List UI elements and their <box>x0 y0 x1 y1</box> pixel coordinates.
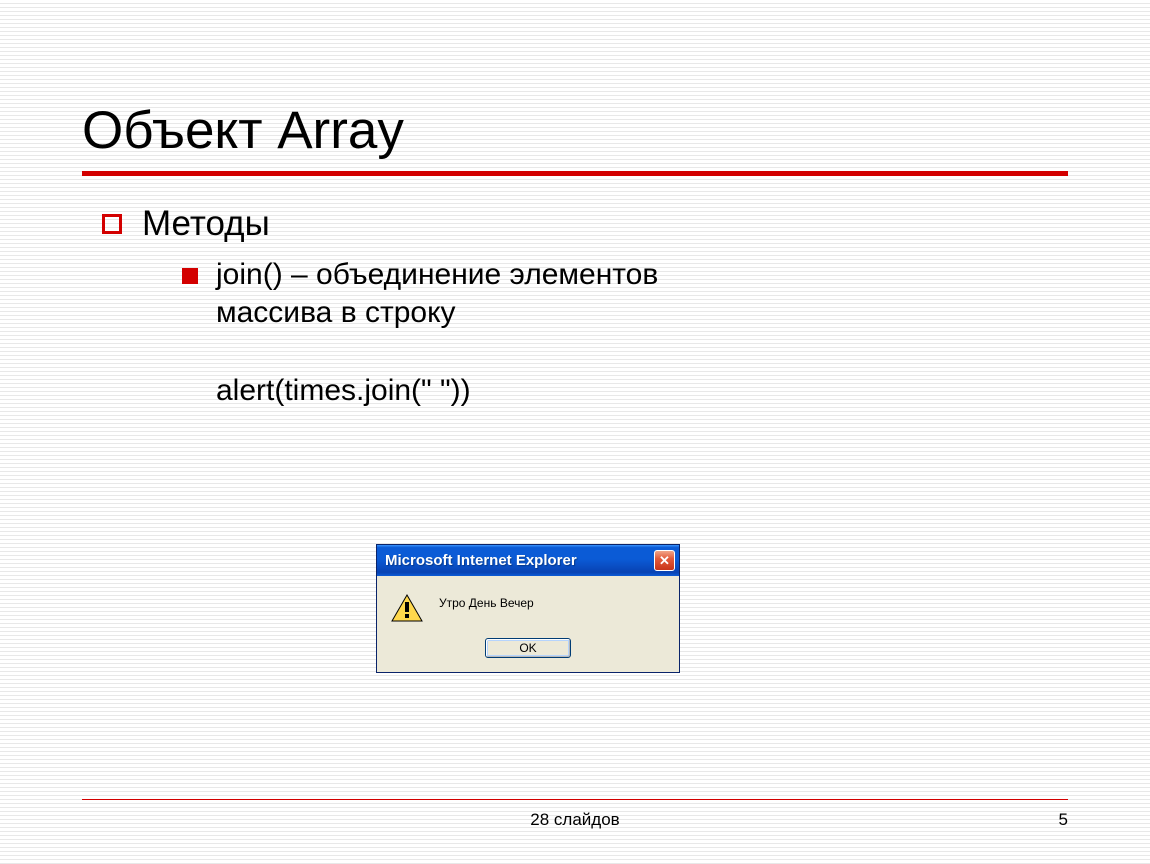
bullet-text: Методы <box>142 204 270 244</box>
bullet-marker-hollow <box>102 214 122 234</box>
warning-icon <box>391 594 423 622</box>
close-icon[interactable] <box>654 550 675 571</box>
title-underline <box>82 171 1068 176</box>
bullet-marker-filled <box>182 268 198 284</box>
subbullet-line2: массива в строку <box>216 296 456 329</box>
alert-dialog: Microsoft Internet Explorer Утро День Ве… <box>376 544 680 673</box>
slide: Объект Array Методы join() – объединение… <box>0 0 1150 864</box>
slide-title: Объект Array <box>82 100 1068 161</box>
bullet-level2: join() – объединение элементов массива в… <box>182 256 1068 333</box>
footer-spacer <box>82 810 142 830</box>
slide-footer: 28 слайдов 5 <box>82 799 1068 830</box>
dialog-message: Утро День Вечер <box>439 594 534 610</box>
dialog-buttons: OK <box>377 634 679 672</box>
page-number: 5 <box>1008 810 1068 830</box>
subbullet-text: join() – объединение элементов массива в… <box>216 256 658 333</box>
footer-rule <box>82 799 1068 800</box>
code-line: alert(times.join(" ")) <box>216 371 1068 410</box>
ok-button[interactable]: OK <box>485 638 571 658</box>
dialog-titlebar: Microsoft Internet Explorer <box>377 545 679 576</box>
dialog-title: Microsoft Internet Explorer <box>385 552 577 569</box>
dialog-body: Утро День Вечер <box>377 576 679 634</box>
footer-center: 28 слайдов <box>142 810 1008 830</box>
bullet-level1: Методы <box>102 204 1068 244</box>
subbullet-line1: join() – объединение элементов <box>216 258 658 291</box>
